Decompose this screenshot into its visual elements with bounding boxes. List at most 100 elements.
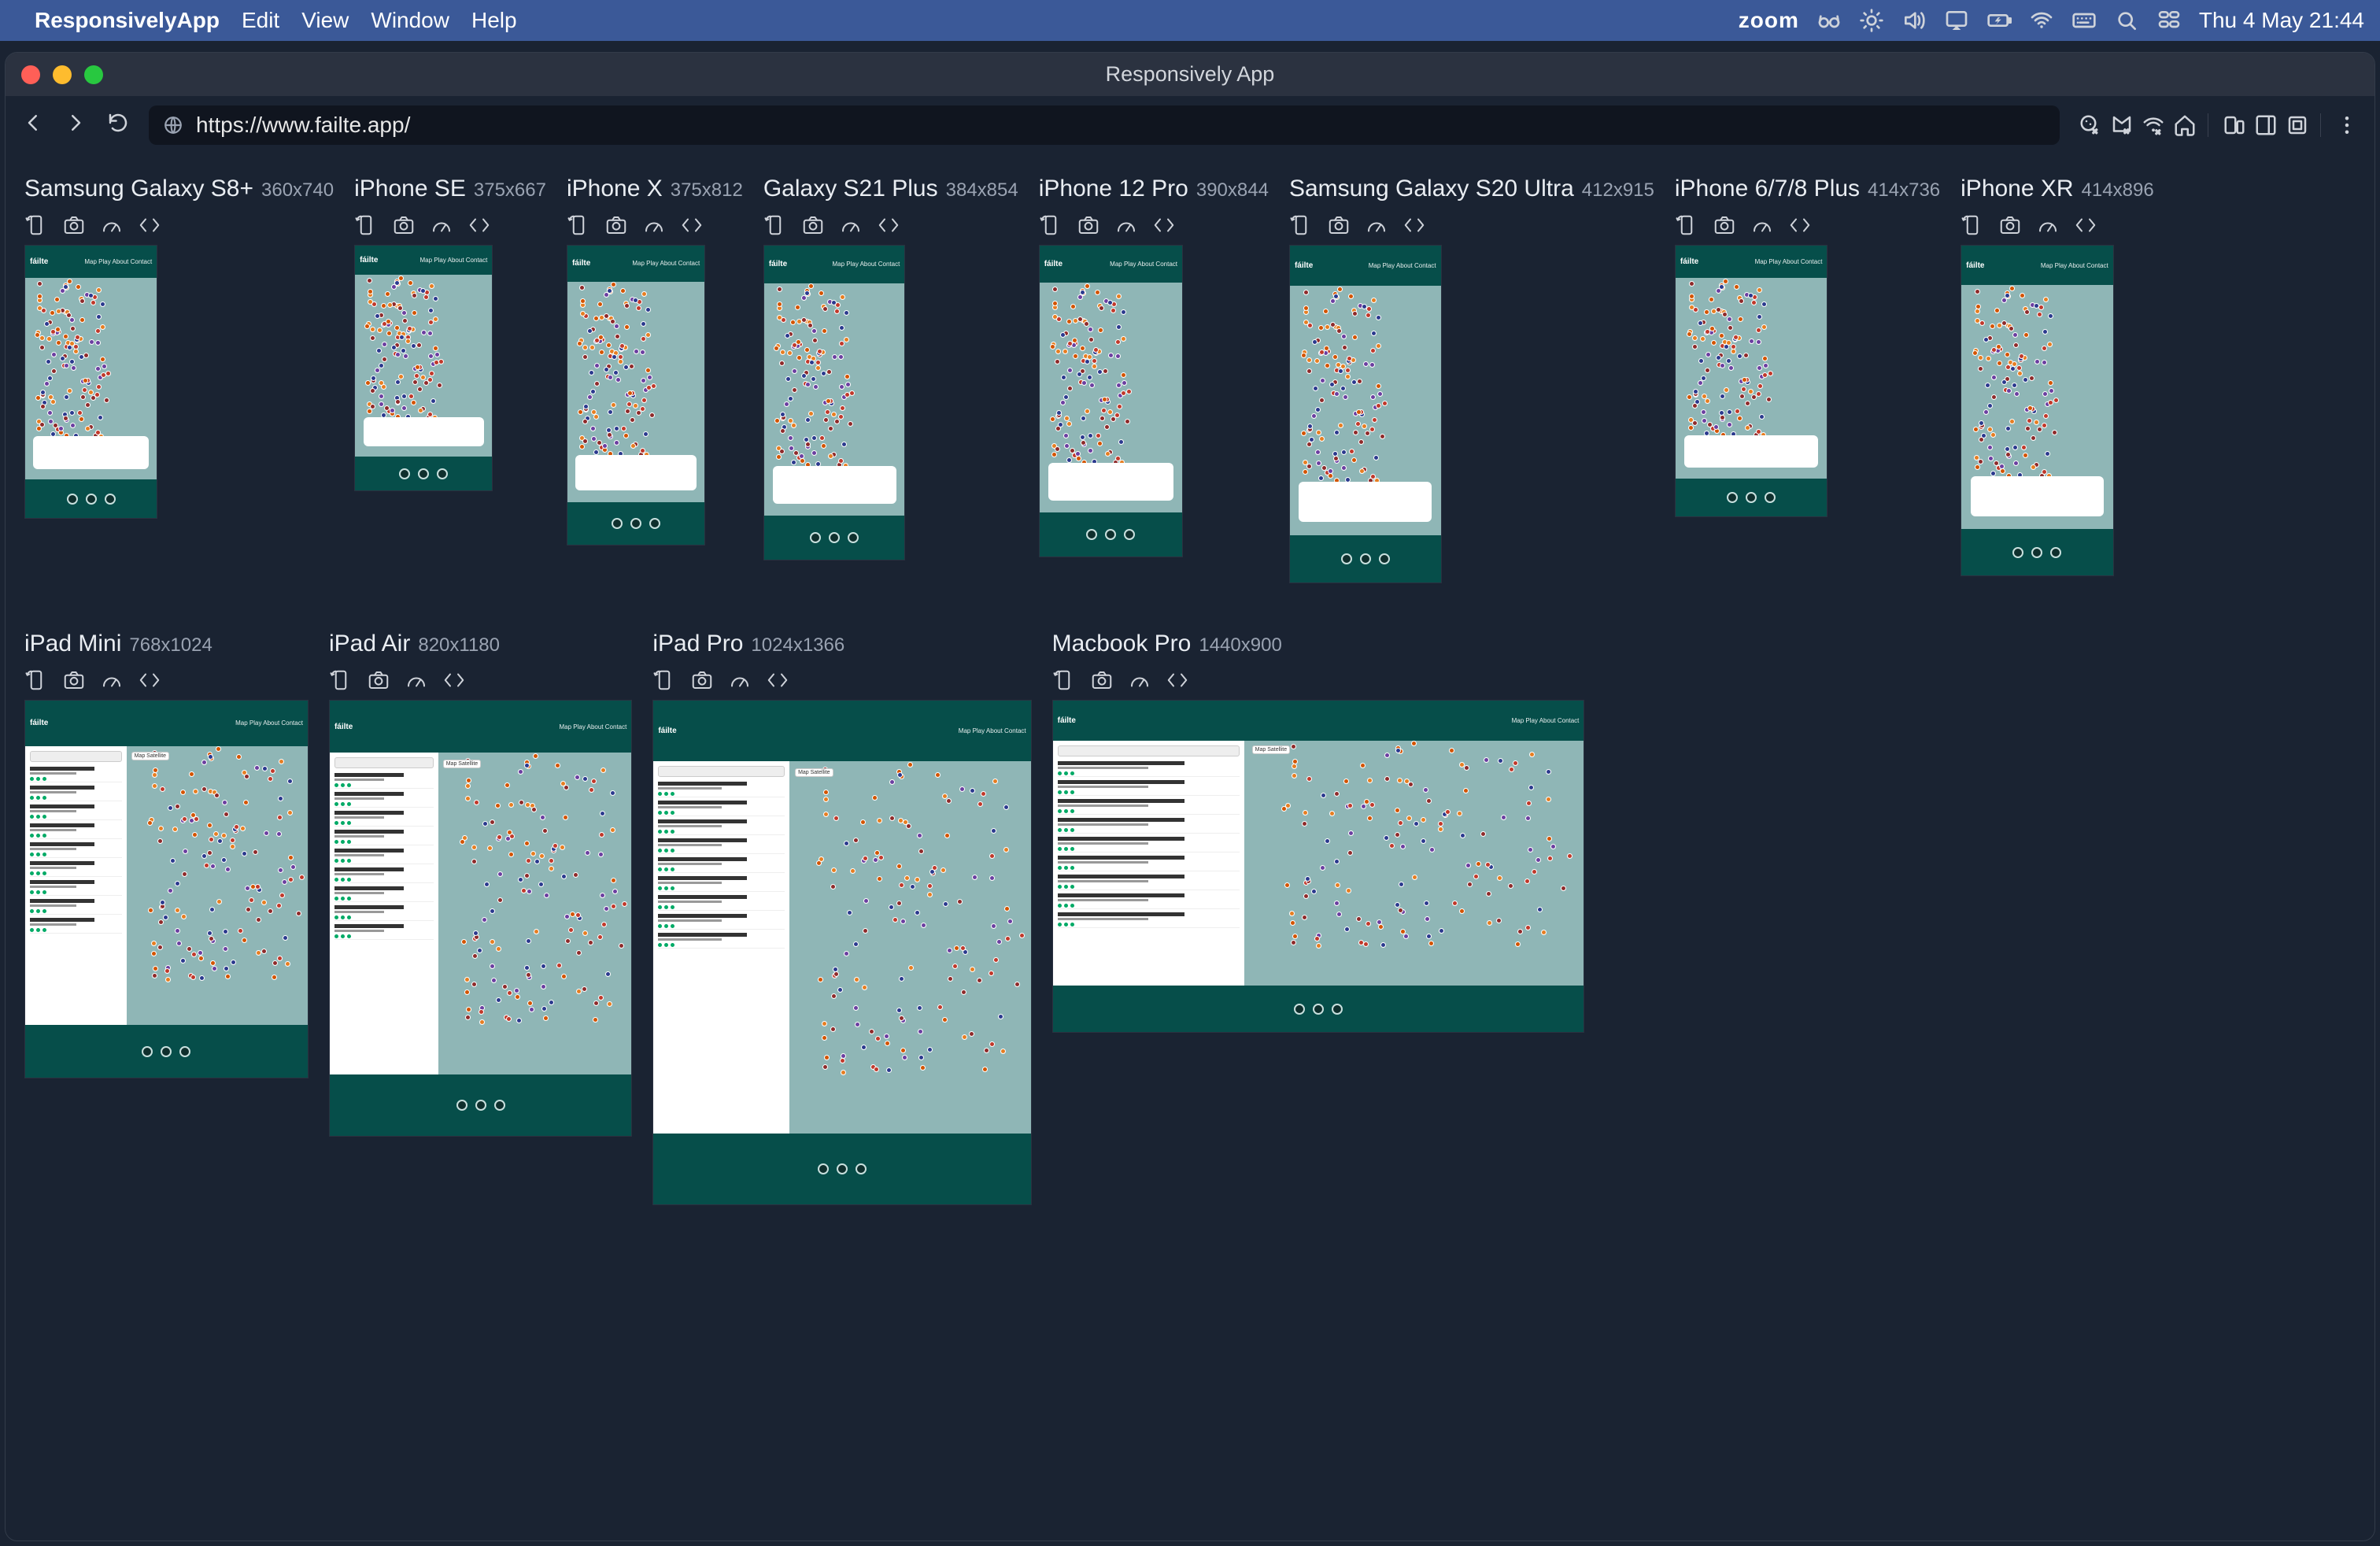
rotate-device-icon[interactable] — [24, 213, 48, 237]
window-maximize-button[interactable] — [84, 65, 103, 84]
clear-network-icon[interactable]: × — [2142, 113, 2165, 137]
screenshot-device-icon[interactable] — [604, 213, 628, 237]
screenshot-device-icon[interactable] — [1713, 213, 1736, 237]
devtools-icon[interactable] — [1166, 668, 1189, 692]
menubar-clock[interactable]: Thu 4 May 21:44 — [2199, 8, 2364, 33]
clear-cookies-icon[interactable]: × — [2079, 113, 2102, 137]
device-screen[interactable]: fáilte Map Play About Contact — [1289, 245, 1442, 583]
device-screen[interactable]: fáilte Map Play About Contact — [567, 245, 705, 546]
brightness-icon[interactable] — [1859, 8, 1884, 33]
devtools-icon[interactable] — [468, 213, 491, 237]
control-center-icon[interactable] — [2156, 8, 2182, 33]
footer-dot-icon — [829, 532, 840, 543]
rotate-device-icon[interactable] — [763, 213, 787, 237]
screen-mirroring-icon[interactable] — [1944, 8, 1969, 33]
rotate-device-icon[interactable] — [1039, 213, 1062, 237]
rotate-device-icon[interactable] — [24, 668, 48, 692]
preview-map-markers — [1961, 246, 2113, 575]
screenshot-device-icon[interactable] — [62, 213, 86, 237]
devtools-icon[interactable] — [2074, 213, 2097, 237]
devtools-icon[interactable] — [442, 668, 466, 692]
wifi-icon[interactable] — [2029, 8, 2054, 33]
throttle-icon[interactable] — [100, 668, 124, 692]
throttle-icon[interactable] — [1128, 668, 1151, 692]
devtools-icon[interactable] — [1788, 213, 1812, 237]
menubar-app-name[interactable]: ResponsivelyApp — [35, 8, 220, 33]
battery-icon[interactable] — [1986, 8, 2012, 33]
extensions-icon[interactable] — [2286, 113, 2309, 137]
throttle-icon[interactable] — [1114, 213, 1138, 237]
preview-map-markers — [1040, 246, 1182, 557]
rotate-device-icon[interactable] — [1052, 668, 1076, 692]
nav-reload-button[interactable] — [106, 111, 130, 140]
devtools-icon[interactable] — [680, 213, 704, 237]
volume-icon[interactable] — [1901, 8, 1927, 33]
devtools-icon[interactable] — [138, 668, 161, 692]
throttle-icon[interactable] — [1365, 213, 1388, 237]
window-close-button[interactable] — [21, 65, 40, 84]
screenshot-device-icon[interactable] — [1998, 213, 2022, 237]
device-screen[interactable]: fáilte Map Play About Contact — [1675, 245, 1828, 517]
preview-sidebar-item — [658, 819, 785, 835]
preview-sidebar-item — [334, 773, 434, 789]
spotlight-icon[interactable] — [2114, 8, 2139, 33]
devtools-icon[interactable] — [1152, 213, 1176, 237]
devtools-icon[interactable] — [877, 213, 900, 237]
screenshot-device-icon[interactable] — [1077, 213, 1100, 237]
window-minimize-button[interactable] — [53, 65, 72, 84]
device-screen[interactable]: fáilte Map Play About Contact Map Satell… — [1052, 700, 1585, 1033]
devtools-icon[interactable] — [138, 213, 161, 237]
throttle-icon[interactable] — [405, 668, 428, 692]
device-screen[interactable]: fáilte Map Play About Contact Map Satell… — [652, 700, 1031, 1205]
preview-layout-icon[interactable] — [2254, 113, 2278, 137]
device-screen[interactable]: fáilte Map Play About Contact — [1961, 245, 2114, 576]
throttle-icon[interactable] — [642, 213, 666, 237]
rotate-device-icon[interactable] — [567, 213, 590, 237]
screenshot-device-icon[interactable] — [367, 668, 390, 692]
devtools-icon[interactable] — [1402, 213, 1426, 237]
device-screen[interactable]: fáilte Map Play About Contact Map Satell… — [24, 700, 309, 1078]
rotate-device-icon[interactable] — [1289, 213, 1313, 237]
screenshot-device-icon[interactable] — [62, 668, 86, 692]
rotate-device-icon[interactable] — [652, 668, 676, 692]
device-screen[interactable]: fáilte Map Play About Contact — [763, 245, 905, 560]
screenshot-device-icon[interactable] — [690, 668, 714, 692]
throttle-icon[interactable] — [430, 213, 453, 237]
address-bar[interactable]: https://www.failte.app/ — [149, 105, 2060, 145]
nav-back-button[interactable] — [21, 111, 45, 140]
screenshot-device-icon[interactable] — [1090, 668, 1114, 692]
screenshot-device-icon[interactable] — [801, 213, 825, 237]
rotate-device-icon[interactable] — [1961, 213, 1984, 237]
screenshot-device-icon[interactable] — [1327, 213, 1351, 237]
throttle-icon[interactable] — [839, 213, 863, 237]
keyboard-icon[interactable] — [2071, 8, 2097, 33]
device-screen[interactable]: fáilte Map Play About Contact — [1039, 245, 1183, 557]
rotate-device-icon[interactable] — [1675, 213, 1698, 237]
throttle-icon[interactable] — [728, 668, 752, 692]
throttle-icon[interactable] — [2036, 213, 2060, 237]
glasses-icon[interactable] — [1816, 8, 1842, 33]
device-screen[interactable]: fáilte Map Play About Contact — [24, 245, 157, 519]
device-manager-icon[interactable] — [2223, 113, 2246, 137]
zoom-status-icon[interactable]: zoom — [1739, 8, 1799, 33]
more-menu-icon[interactable] — [2335, 113, 2359, 137]
footer-dot-icon — [86, 494, 97, 505]
screenshot-device-icon[interactable] — [392, 213, 416, 237]
device-screen[interactable]: fáilte Map Play About Contact Map Satell… — [329, 700, 632, 1137]
nav-forward-button[interactable] — [64, 111, 87, 140]
menubar-item-window[interactable]: Window — [371, 8, 449, 33]
rotate-device-icon[interactable] — [329, 668, 353, 692]
clear-storage-icon[interactable]: × — [2110, 113, 2134, 137]
preview-sidebar-item — [1058, 761, 1240, 777]
menubar-item-edit[interactable]: Edit — [242, 8, 279, 33]
device-screen[interactable]: fáilte Map Play About Contact — [354, 245, 493, 491]
devices-canvas[interactable]: Samsung Galaxy S8+ 360x740 fáilte Map Pl… — [6, 153, 2374, 1540]
menubar-item-view[interactable]: View — [301, 8, 349, 33]
home-icon[interactable] — [2173, 113, 2197, 137]
devtools-icon[interactable] — [766, 668, 789, 692]
throttle-icon[interactable] — [100, 213, 124, 237]
throttle-icon[interactable] — [1750, 213, 1774, 237]
menubar-item-help[interactable]: Help — [471, 8, 517, 33]
rotate-device-icon[interactable] — [354, 213, 378, 237]
device-header: iPhone XR 414x896 — [1961, 176, 2154, 202]
